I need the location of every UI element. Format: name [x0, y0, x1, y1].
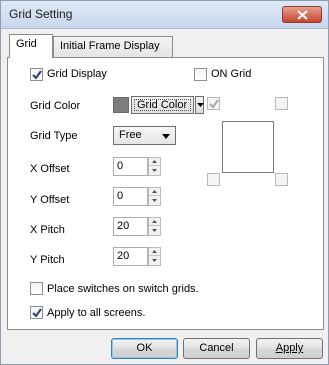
arrow-down-icon — [152, 229, 157, 232]
grid-type-label: Grid Type — [30, 130, 78, 142]
place-switches-checkbox[interactable] — [30, 282, 43, 295]
y-pitch-label: Y Pitch — [30, 254, 65, 266]
y-offset-spinner[interactable] — [148, 187, 161, 206]
close-icon — [297, 10, 308, 20]
apply-all-checkbox[interactable] — [30, 306, 43, 319]
on-grid-label: ON Grid — [211, 68, 252, 80]
spin-up-button[interactable] — [149, 188, 160, 196]
x-offset-input[interactable]: 0 — [113, 157, 148, 176]
arrow-up-icon — [152, 250, 157, 253]
corner-top-left-checkbox — [207, 97, 220, 110]
spin-up-button[interactable] — [149, 158, 160, 166]
tab-initial-frame-display-label: Initial Frame Display — [60, 40, 160, 52]
grid-type-select[interactable]: Free — [113, 126, 176, 145]
apply-all-label: Apply to all screens. — [47, 307, 146, 319]
tab-grid[interactable]: Grid — [9, 34, 53, 58]
chevron-down-icon — [162, 134, 170, 139]
arrow-up-icon — [152, 160, 157, 163]
tab-initial-frame-display[interactable]: Initial Frame Display — [53, 36, 173, 57]
corner-bottom-right-checkbox — [275, 173, 288, 186]
x-pitch-spinner[interactable] — [148, 217, 161, 236]
check-icon — [209, 99, 219, 109]
x-offset-spinner[interactable] — [148, 157, 161, 176]
grid-setting-dialog: Grid Setting Grid Initial Frame Display … — [0, 0, 329, 365]
arrow-up-icon — [152, 190, 157, 193]
cancel-button[interactable]: Cancel — [183, 338, 250, 359]
y-offset-value: 0 — [117, 190, 124, 202]
grid-type-value: Free — [119, 129, 142, 141]
place-switches-label: Place switches on switch grids. — [47, 283, 199, 295]
grid-color-swatch — [113, 97, 129, 113]
spin-up-button[interactable] — [149, 218, 160, 226]
grid-color-button[interactable]: Grid Color — [131, 96, 194, 114]
grid-color-dropdown[interactable] — [195, 96, 204, 114]
x-pitch-value: 20 — [117, 220, 130, 232]
on-grid-checkbox[interactable] — [194, 68, 207, 81]
apply-button[interactable]: Apply — [256, 338, 323, 359]
grid-display-checkbox[interactable] — [30, 68, 43, 81]
arrow-down-icon — [152, 259, 157, 262]
close-button[interactable] — [282, 6, 322, 23]
focus-rect — [134, 99, 191, 111]
x-offset-value: 0 — [117, 160, 124, 172]
corner-bottom-left-checkbox — [207, 173, 220, 186]
grid-display-label: Grid Display — [47, 68, 107, 80]
ok-button-label: OK — [136, 342, 153, 354]
chevron-down-icon — [197, 103, 204, 107]
spin-down-button[interactable] — [149, 227, 160, 235]
y-offset-input[interactable]: 0 — [113, 187, 148, 206]
cancel-button-label: Cancel — [199, 342, 234, 354]
grid-preview-box — [222, 121, 274, 173]
spin-up-button[interactable] — [149, 248, 160, 256]
corner-top-right-checkbox — [275, 97, 288, 110]
spin-down-button[interactable] — [149, 197, 160, 205]
ok-button[interactable]: OK — [111, 338, 178, 359]
title-bar: Grid Setting — [1, 1, 328, 29]
check-icon — [32, 70, 42, 80]
y-pitch-value: 20 — [117, 250, 130, 262]
spin-down-button[interactable] — [149, 257, 160, 265]
window-title: Grid Setting — [9, 7, 73, 21]
tab-grid-label: Grid — [16, 38, 37, 50]
spin-down-button[interactable] — [149, 167, 160, 175]
check-icon — [32, 308, 42, 318]
x-offset-label: X Offset — [30, 163, 70, 175]
x-pitch-label: X Pitch — [30, 224, 65, 236]
x-pitch-input[interactable]: 20 — [113, 217, 148, 236]
y-offset-label: Y Offset — [30, 194, 70, 206]
y-pitch-input[interactable]: 20 — [113, 247, 148, 266]
arrow-up-icon — [152, 220, 157, 223]
apply-button-label: Apply — [275, 342, 304, 354]
grid-color-label: Grid Color — [30, 100, 81, 112]
arrow-down-icon — [152, 199, 157, 202]
arrow-down-icon — [152, 169, 157, 172]
y-pitch-spinner[interactable] — [148, 247, 161, 266]
